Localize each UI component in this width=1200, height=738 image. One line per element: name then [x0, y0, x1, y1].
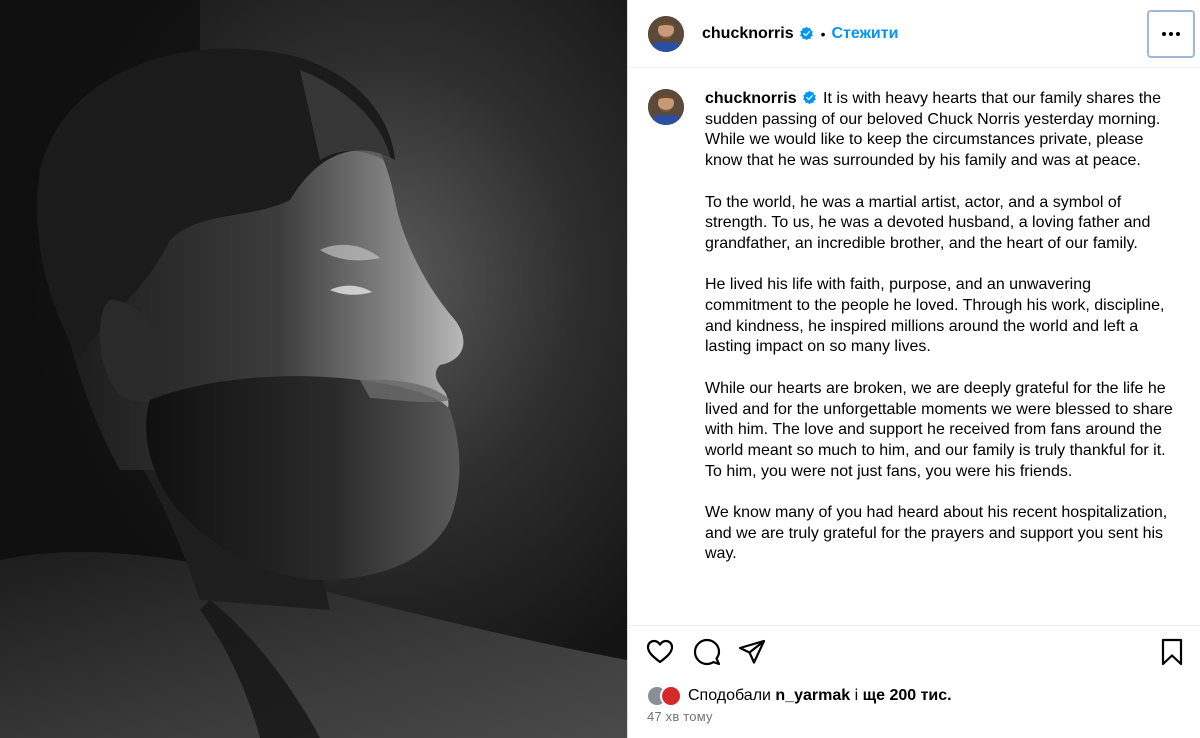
post-header: chucknorris • Стежити: [628, 0, 1200, 68]
liker-avatar: [660, 685, 682, 707]
follow-button[interactable]: Стежити: [832, 25, 899, 43]
likes-summary: Сподобали n_yarmak і ще 200 тис.: [646, 684, 952, 708]
share-icon: [738, 639, 766, 664]
verified-badge-icon: [802, 90, 816, 105]
likes-text: Сподобали n_yarmak і ще 200 тис.: [688, 687, 952, 705]
post-timestamp[interactable]: 47 хв тому: [647, 709, 713, 724]
verified-badge-icon: [799, 26, 813, 41]
likes-connector: і: [854, 687, 859, 704]
caption-paragraph: He lived his life with faith, purpose, a…: [705, 276, 1165, 356]
caption-text: chucknorris It is with heavy hearts that…: [705, 89, 1177, 565]
caption-paragraph: While our hearts are broken, we are deep…: [705, 379, 1173, 480]
bookmark-icon: [1161, 638, 1183, 666]
caption-paragraph: We know many of you had heard about his …: [705, 504, 1168, 563]
likes-prefix: Сподобали: [688, 687, 771, 704]
heart-icon: [646, 639, 674, 664]
likes-count-link[interactable]: ще 200 тис.: [863, 687, 952, 704]
separator-dot: •: [820, 25, 826, 42]
portrait-image: [0, 0, 627, 738]
more-options-button[interactable]: [1147, 10, 1195, 58]
likes-user-link[interactable]: n_yarmak: [775, 687, 850, 704]
author-username[interactable]: chucknorris: [702, 25, 794, 43]
caption-author-username[interactable]: chucknorris: [705, 90, 797, 107]
author-avatar[interactable]: [648, 15, 684, 52]
caption-section: chucknorris It is with heavy hearts that…: [628, 69, 1200, 625]
share-button[interactable]: [738, 638, 766, 666]
more-options-icon: [1162, 32, 1180, 36]
comment-button[interactable]: [693, 638, 721, 666]
action-bar: Сподобали n_yarmak і ще 200 тис. 47 хв т…: [628, 625, 1200, 738]
post-side-panel: chucknorris • Стежити chucknorris It is …: [627, 0, 1200, 738]
caption-paragraph: chucknorris It is with heavy hearts that…: [705, 89, 1177, 172]
comment-icon: [693, 638, 721, 666]
caption-author-avatar[interactable]: [648, 89, 684, 125]
like-button[interactable]: [646, 638, 674, 666]
save-button[interactable]: [1158, 638, 1186, 666]
caption-paragraph: To the world, he was a martial artist, a…: [705, 193, 1151, 252]
post-photo: [0, 0, 627, 738]
